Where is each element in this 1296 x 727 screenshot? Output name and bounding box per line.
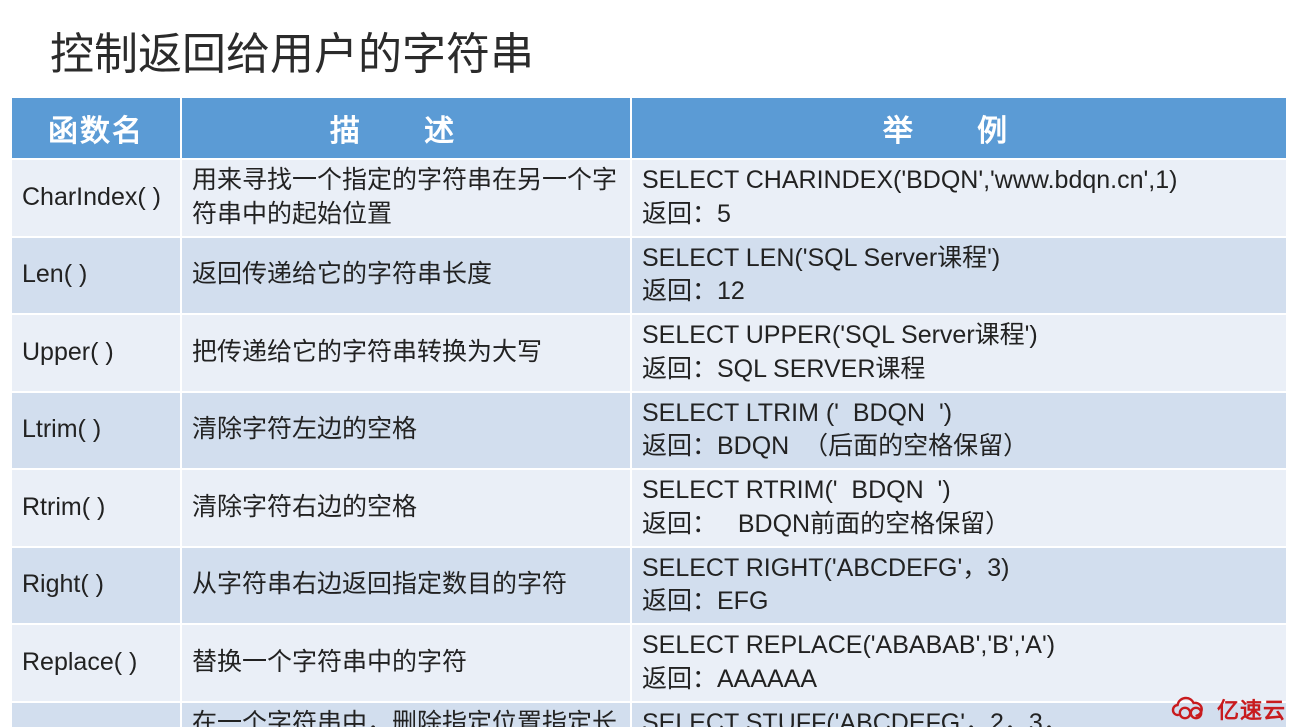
cell-desc: 用来寻找一个指定的字符串在另一个字符串中的起始位置 [181, 159, 631, 237]
table-row: CharIndex( ) 用来寻找一个指定的字符串在另一个字符串中的起始位置 S… [11, 159, 1287, 237]
header-desc: 描 述 [181, 97, 631, 159]
table-row: Rtrim( ) 清除字符右边的空格 SELECT RTRIM(' BDQN '… [11, 469, 1287, 547]
cell-desc: 返回传递给它的字符串长度 [181, 237, 631, 315]
header-name: 函数名 [11, 97, 181, 159]
cell-desc: 清除字符左边的空格 [181, 392, 631, 470]
cell-desc: 替换一个字符串中的字符 [181, 624, 631, 702]
table-row: Upper( ) 把传递给它的字符串转换为大写 SELECT UPPER('SQ… [11, 314, 1287, 392]
table-row: Ltrim( ) 清除字符左边的空格 SELECT LTRIM (' BDQN … [11, 392, 1287, 470]
table-row: Len( ) 返回传递给它的字符串长度 SELECT LEN('SQL Serv… [11, 237, 1287, 315]
table-header-row: 函数名 描 述 举 例 [11, 97, 1287, 159]
cell-desc: 从字符串右边返回指定数目的字符 [181, 547, 631, 625]
cell-name: Len( ) [11, 237, 181, 315]
table-row: Right( ) 从字符串右边返回指定数目的字符 SELECT RIGHT('A… [11, 547, 1287, 625]
cell-name: Right( ) [11, 547, 181, 625]
cell-name: Ltrim( ) [11, 392, 181, 470]
cell-desc: 把传递给它的字符串转换为大写 [181, 314, 631, 392]
page-title: 控制返回给用户的字符串 [0, 0, 1296, 96]
cell-name: Replace( ) [11, 624, 181, 702]
cell-desc: 在一个字符串中，删除指定位置指定长度的字符串，并在该位置插入一个新的字符串 [181, 702, 631, 727]
brand-logo: 亿速云 [1171, 693, 1286, 725]
cell-example: SELECT REPLACE('ABABAB','B','A') 返回：AAAA… [631, 624, 1287, 702]
brand-text: 亿速云 [1217, 693, 1286, 725]
cell-name: CharIndex( ) [11, 159, 181, 237]
table-row: Stuff( ) 在一个字符串中，删除指定位置指定长度的字符串，并在该位置插入一… [11, 702, 1287, 727]
cell-name: Upper( ) [11, 314, 181, 392]
cell-example: SELECT RTRIM(' BDQN ') 返回： BDQN前面的空格保留） [631, 469, 1287, 547]
cloud-icon [1171, 696, 1211, 722]
cell-example: SELECT LEN('SQL Server课程') 返回：12 [631, 237, 1287, 315]
cell-example: SELECT CHARINDEX('BDQN','www.bdqn.cn',1)… [631, 159, 1287, 237]
header-example: 举 例 [631, 97, 1287, 159]
cell-example: SELECT LTRIM (' BDQN ') 返回：BDQN （后面的空格保留… [631, 392, 1287, 470]
cell-desc: 清除字符右边的空格 [181, 469, 631, 547]
cell-example: SELECT RIGHT('ABCDEFG'，3) 返回：EFG [631, 547, 1287, 625]
cell-example: SELECT UPPER('SQL Server课程') 返回：SQL SERV… [631, 314, 1287, 392]
cell-name: Stuff( ) [11, 702, 181, 727]
function-table: 函数名 描 述 举 例 CharIndex( ) 用来寻找一个指定的字符串在另一… [10, 96, 1288, 727]
table-row: Replace( ) 替换一个字符串中的字符 SELECT REPLACE('A… [11, 624, 1287, 702]
cell-name: Rtrim( ) [11, 469, 181, 547]
